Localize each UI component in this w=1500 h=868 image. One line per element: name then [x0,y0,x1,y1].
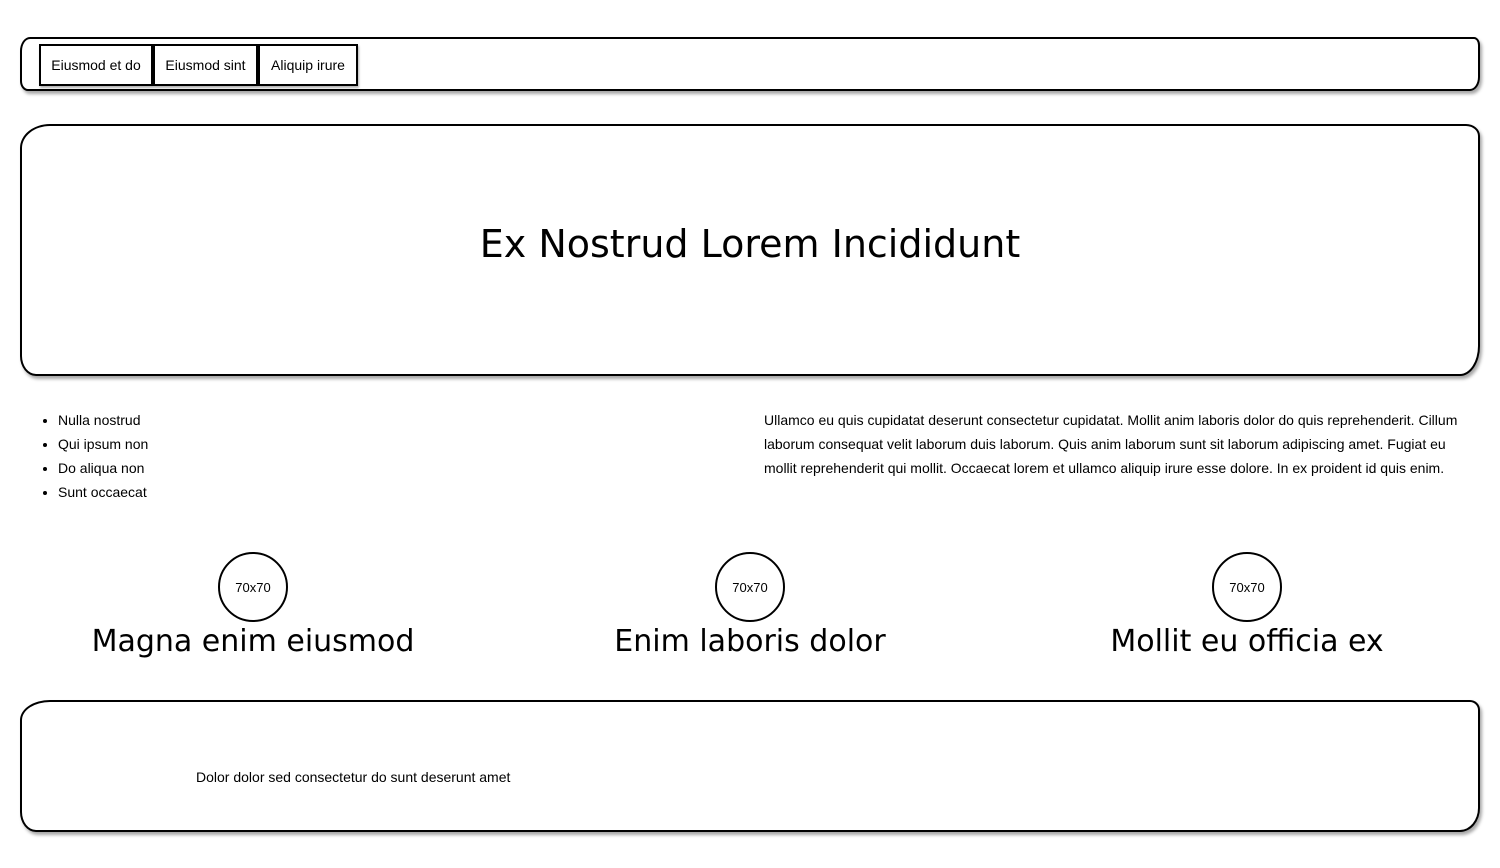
list-item: Do aliqua non [58,456,148,480]
tab-aliquip-irure[interactable]: Aliquip irure [258,44,358,86]
top-navbar: Eiusmod et do Eiusmod sint Aliquip irure [20,37,1480,91]
hero-title: Ex Nostrud Lorem Incididunt [479,222,1021,266]
bullet-list: Nulla nostrud Qui ipsum non Do aliqua no… [38,408,148,504]
list-item: Nulla nostrud [58,408,148,432]
hero-banner: Ex Nostrud Lorem Incididunt [20,124,1480,376]
footer-text: Dolor dolor sed consectetur do sunt dese… [196,769,511,785]
body-paragraph: Ullamco eu quis cupidatat deserunt conse… [764,412,1458,476]
feature-card: 70x70 Magna enim eiusmod [13,552,493,659]
feature-card: 70x70 Mollit eu officia ex [1007,552,1487,659]
tab-eiusmod-et-do[interactable]: Eiusmod et do [39,44,153,86]
image-placeholder: 70x70 [715,552,785,622]
tab-eiusmod-sint[interactable]: Eiusmod sint [153,44,258,86]
feature-title: Mollit eu officia ex [1110,624,1384,659]
image-placeholder: 70x70 [1212,552,1282,622]
image-placeholder: 70x70 [218,552,288,622]
list-item: Sunt occaecat [58,480,148,504]
feature-title: Magna enim eiusmod [91,624,415,659]
list-item: Qui ipsum non [58,432,148,456]
footer: Dolor dolor sed consectetur do sunt dese… [20,700,1480,832]
feature-card: 70x70 Enim laboris dolor [510,552,990,659]
feature-title: Enim laboris dolor [614,624,886,659]
